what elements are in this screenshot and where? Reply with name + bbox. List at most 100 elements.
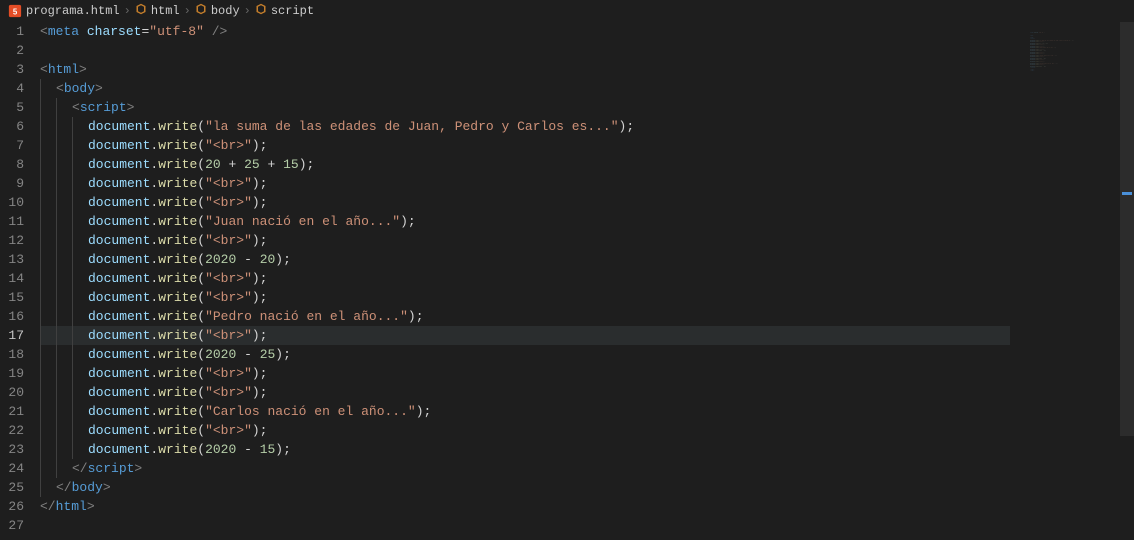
code-line[interactable]: document.write("<br>"); xyxy=(40,193,1134,212)
code-line[interactable]: <script> xyxy=(40,98,1134,117)
code-area[interactable]: <meta charset="utf-8" /><html><body><scr… xyxy=(40,22,1134,540)
vertical-scrollbar[interactable] xyxy=(1120,22,1134,540)
code-line[interactable]: document.write("<br>"); xyxy=(40,364,1134,383)
indent-guide xyxy=(72,364,88,383)
indent-guide xyxy=(40,459,56,478)
indent-guide xyxy=(56,421,72,440)
indent-guide xyxy=(56,231,72,250)
token-punc: ); xyxy=(275,345,291,364)
breadcrumb-item-body[interactable]: body xyxy=(195,3,240,19)
token-var: document xyxy=(88,193,150,212)
token-punc: ( xyxy=(197,269,205,288)
line-number: 2 xyxy=(0,41,24,60)
token-bracket: > xyxy=(79,60,87,79)
indent-guide xyxy=(56,269,72,288)
line-number: 18 xyxy=(0,345,24,364)
scrollbar-thumb[interactable] xyxy=(1120,22,1134,436)
code-line[interactable]: </html> xyxy=(40,497,1134,516)
breadcrumb-label: html xyxy=(151,4,180,18)
token-string: "la suma de las edades de Juan, Pedro y … xyxy=(205,117,618,136)
code-line[interactable]: document.write(20 + 25 + 15); xyxy=(40,155,1134,174)
code-line[interactable]: <body> xyxy=(40,79,1134,98)
token-bracket: < xyxy=(56,79,64,98)
code-line[interactable]: document.write("Juan nació en el año..."… xyxy=(40,212,1134,231)
code-line[interactable]: document.write("Pedro nació en el año...… xyxy=(40,307,1134,326)
token-punc: - xyxy=(236,440,259,459)
code-line[interactable]: document.write("<br>"); xyxy=(40,383,1134,402)
line-number: 5 xyxy=(0,98,24,117)
indent-guide xyxy=(40,193,56,212)
token-tag: body xyxy=(72,478,103,497)
code-line[interactable]: </script> xyxy=(40,459,1134,478)
code-line[interactable]: document.write("Carlos nació en el año..… xyxy=(40,402,1134,421)
line-number: 23 xyxy=(0,440,24,459)
code-line[interactable]: document.write(2020 - 20); xyxy=(40,250,1134,269)
line-number: 20 xyxy=(0,383,24,402)
code-editor[interactable]: 1234567891011121314151617181920212223242… xyxy=(0,22,1134,540)
token-punc: ( xyxy=(197,383,205,402)
code-line[interactable]: document.write(2020 - 15); xyxy=(40,440,1134,459)
indent-guide xyxy=(72,136,88,155)
code-line[interactable]: document.write("<br>"); xyxy=(40,326,1134,345)
token-string: "<br>" xyxy=(205,326,252,345)
token-var: document xyxy=(88,383,150,402)
line-number: 15 xyxy=(0,288,24,307)
token-punc: . xyxy=(150,155,158,174)
token-punc: . xyxy=(150,212,158,231)
breadcrumb-label: body xyxy=(211,4,240,18)
code-line[interactable]: document.write(2020 - 25); xyxy=(40,345,1134,364)
token-punc: ); xyxy=(252,288,268,307)
token-punc: ); xyxy=(400,212,416,231)
token-tag: html xyxy=(56,497,87,516)
token-func: write xyxy=(158,326,197,345)
token-string: "<br>" xyxy=(205,174,252,193)
breadcrumb-item-script[interactable]: script xyxy=(255,3,314,19)
minimap[interactable]: <meta charset="utf-8" /><html><body><scr… xyxy=(1010,22,1120,540)
token-punc: ); xyxy=(252,193,268,212)
indent-guide xyxy=(40,174,56,193)
code-line[interactable]: document.write("<br>"); xyxy=(40,421,1134,440)
code-line[interactable]: document.write("<br>"); xyxy=(40,288,1134,307)
code-line[interactable]: document.write("la suma de las edades de… xyxy=(40,117,1134,136)
token-punc: ); xyxy=(252,421,268,440)
indent-guide xyxy=(72,193,88,212)
indent-guide xyxy=(40,79,56,98)
token-bracket: < xyxy=(40,60,48,79)
token-bracket: </ xyxy=(72,459,88,478)
breadcrumb-sep: › xyxy=(244,4,251,18)
indent-guide xyxy=(56,136,72,155)
token-attr: charset xyxy=(87,22,142,41)
token-num: 25 xyxy=(244,155,260,174)
breadcrumb-item-html[interactable]: html xyxy=(135,3,180,19)
token-var: document xyxy=(88,440,150,459)
code-line[interactable]: document.write("<br>"); xyxy=(40,231,1134,250)
code-line[interactable]: document.write("<br>"); xyxy=(40,136,1134,155)
indent-guide xyxy=(40,364,56,383)
token-func: write xyxy=(158,421,197,440)
token-op: = xyxy=(141,22,149,41)
code-line[interactable]: document.write("<br>"); xyxy=(40,174,1134,193)
indent-guide xyxy=(40,136,56,155)
token-bracket: < xyxy=(72,98,80,117)
token-punc: ); xyxy=(416,402,432,421)
code-line[interactable]: <html> xyxy=(40,60,1134,79)
code-line[interactable] xyxy=(40,516,1134,535)
token-var: document xyxy=(88,136,150,155)
token-punc: ( xyxy=(197,402,205,421)
indent-guide xyxy=(72,440,88,459)
token-num: 25 xyxy=(260,345,276,364)
indent-guide xyxy=(56,459,72,478)
token-punc: . xyxy=(150,117,158,136)
code-line[interactable]: <meta charset="utf-8" /> xyxy=(40,22,1134,41)
line-number: 21 xyxy=(0,402,24,421)
token-func: write xyxy=(158,117,197,136)
token-var: document xyxy=(88,155,150,174)
breadcrumb-file[interactable]: programa.html xyxy=(26,4,120,18)
token-punc: - xyxy=(236,345,259,364)
indent-guide xyxy=(40,421,56,440)
code-line[interactable]: </body> xyxy=(40,478,1134,497)
token-punc: ); xyxy=(252,231,268,250)
indent-guide xyxy=(40,402,56,421)
code-line[interactable]: document.write("<br>"); xyxy=(40,269,1134,288)
code-line[interactable] xyxy=(40,41,1134,60)
